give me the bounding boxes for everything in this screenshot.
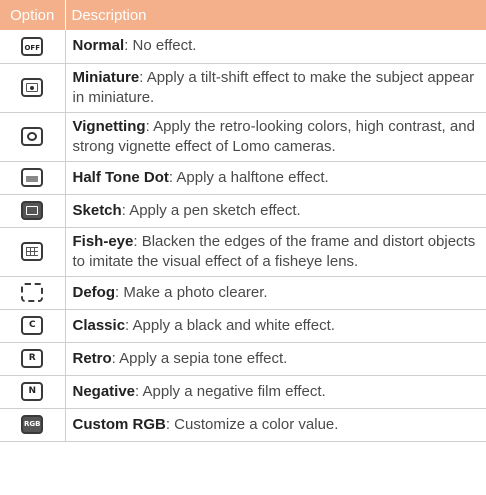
table-row: Fish-eye: Blacken the edges of the frame…: [0, 227, 486, 277]
option-description: : Blacken the edges of the frame and dis…: [72, 232, 476, 270]
table-row: Vignetting: Apply the retro-looking colo…: [0, 112, 486, 162]
option-description: : Customize a color value.: [165, 415, 339, 433]
option-column-header: Option: [0, 0, 66, 30]
table-row: N Negative: Apply a negative film effect…: [0, 375, 486, 409]
normal-icon: OFF: [21, 36, 44, 56]
miniature-icon: [21, 78, 44, 98]
retro-icon: R: [21, 349, 44, 369]
option-description: : Apply a halftone effect.: [168, 168, 329, 186]
option-name: Half Tone Dot: [72, 168, 169, 186]
option-description: : Make a photo clearer.: [115, 283, 268, 301]
option-name: Miniature: [72, 68, 140, 86]
negative-icon: N: [21, 382, 44, 402]
option-name: Defog: [72, 283, 116, 301]
option-name: Vignetting: [72, 117, 146, 135]
sketch-icon: [21, 201, 44, 221]
option-description: : Apply a negative film effect.: [135, 382, 326, 400]
classic-icon: C: [21, 316, 44, 336]
option-description: : Apply a sepia tone effect.: [111, 349, 288, 367]
table-row: Half Tone Dot: Apply a halftone effect.: [0, 161, 486, 195]
description-column-header: Description: [65, 0, 486, 30]
table-row: Sketch: Apply a pen sketch effect.: [0, 194, 486, 228]
table-row: Defog: Make a photo clearer.: [0, 276, 486, 310]
fish-eye-icon: [21, 242, 44, 262]
effects-table: Option Description OFF Normal: No effect…: [0, 0, 486, 442]
option-description: : No effect.: [124, 37, 197, 55]
vignetting-icon: [21, 127, 44, 147]
option-name: Negative: [72, 382, 136, 400]
option-name: Classic: [72, 316, 126, 334]
table-row: Miniature: Apply a tilt-shift effect to …: [0, 63, 486, 113]
custom-rgb-icon: RGB: [21, 415, 44, 435]
table-row: C Classic: Apply a black and white effec…: [0, 309, 486, 343]
option-name: Fish-eye: [72, 232, 134, 250]
table-row: RGB Custom RGB: Customize a color value.: [0, 408, 486, 442]
option-description: : Apply a black and white effect.: [125, 316, 335, 334]
option-name: Retro: [72, 349, 112, 367]
table-header-row: Option Description: [0, 0, 486, 30]
defog-icon: [21, 283, 44, 303]
option-name: Sketch: [72, 201, 122, 219]
half-tone-dot-icon: [21, 168, 44, 188]
option-name: Custom RGB: [72, 415, 166, 433]
table-row: OFF Normal: No effect.: [0, 30, 486, 64]
option-description: : Apply a pen sketch effect.: [121, 201, 301, 219]
table-row: R Retro: Apply a sepia tone effect.: [0, 342, 486, 376]
option-name: Normal: [72, 37, 125, 55]
